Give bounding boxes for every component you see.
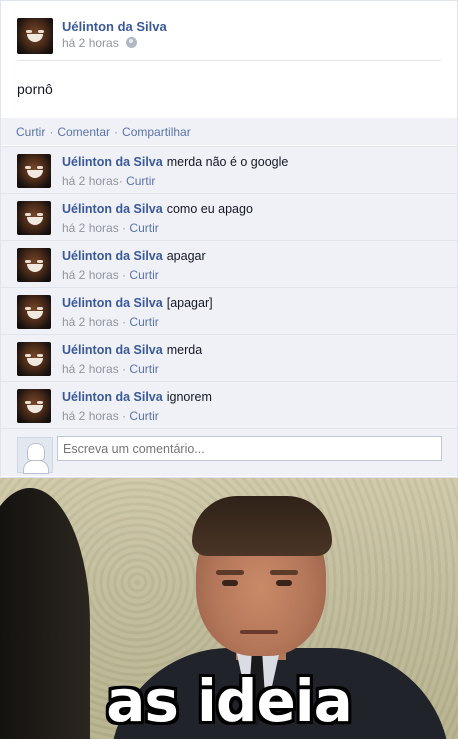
- separator: ·: [114, 125, 119, 139]
- post-author-name[interactable]: Uélinton da Silva: [62, 19, 167, 34]
- write-comment-row: [1, 428, 457, 476]
- comment-item: Uélinton da Silva [apagar] há 2 horas · C…: [1, 287, 457, 334]
- eyebrow: [216, 570, 244, 575]
- share-link[interactable]: Compartilhar: [122, 125, 191, 139]
- comment-like-link[interactable]: Curtir: [126, 174, 155, 188]
- comment-text: ignorem: [166, 390, 212, 404]
- comment-like-link[interactable]: Curtir: [129, 362, 158, 376]
- commenter-name[interactable]: Uélinton da Silva: [62, 155, 163, 169]
- user-avatar: [17, 437, 53, 474]
- comment-line: Uélinton da Silva ignorem: [62, 390, 212, 404]
- comment-item: Uélinton da Silva merda há 2 horas · Curt…: [1, 334, 457, 381]
- post-timestamp: há 2 horas: [62, 36, 138, 50]
- comment-line: Uélinton da Silva merda não é o google: [62, 155, 288, 169]
- comment-meta: há 2 horas · Curtir: [62, 409, 159, 423]
- comment-meta: há 2 horas· Curtir: [62, 174, 155, 188]
- eye: [222, 580, 238, 586]
- comment-time[interactable]: há 2 horas: [62, 268, 119, 282]
- separator: ·: [122, 221, 127, 235]
- comment-meta: há 2 horas · Curtir: [62, 268, 159, 282]
- commenter-avatar[interactable]: [17, 201, 51, 235]
- comment-item: Uélinton da Silva ignorem há 2 horas · Cu…: [1, 381, 457, 428]
- commenter-name[interactable]: Uélinton da Silva: [62, 249, 163, 263]
- commenter-name[interactable]: Uélinton da Silva: [62, 343, 163, 357]
- comment-item: Uélinton da Silva apagar há 2 horas · Cur…: [1, 240, 457, 287]
- separator: ·: [49, 125, 54, 139]
- comment-link[interactable]: Comentar: [57, 125, 110, 139]
- commenter-name[interactable]: Uélinton da Silva: [62, 296, 163, 310]
- commenter-avatar[interactable]: [17, 295, 51, 329]
- commenter-avatar[interactable]: [17, 248, 51, 282]
- eyebrow: [270, 570, 298, 575]
- post-actions: Curtir · Comentar · Compartilhar: [1, 118, 457, 145]
- comment-item: Uélinton da Silva merda não é o google há…: [1, 146, 457, 193]
- comment-input[interactable]: [57, 436, 442, 461]
- facebook-post: Uélinton da Silva há 2 horas pornô Curti…: [0, 0, 458, 478]
- comment-text: como eu apago: [166, 202, 253, 216]
- globe-icon[interactable]: [126, 37, 138, 48]
- comment-time[interactable]: há 2 horas: [62, 409, 119, 423]
- comment-time[interactable]: há 2 horas: [62, 362, 119, 376]
- separator: ·: [122, 268, 127, 282]
- commenter-avatar[interactable]: [17, 154, 51, 188]
- comment-time[interactable]: há 2 horas: [62, 221, 119, 235]
- like-link[interactable]: Curtir: [16, 125, 45, 139]
- comment-like-link[interactable]: Curtir: [129, 315, 158, 329]
- author-avatar[interactable]: [17, 18, 53, 54]
- comment-text: merda não é o google: [166, 155, 289, 169]
- meme-caption: as ideia: [106, 667, 353, 735]
- comment-time[interactable]: há 2 horas: [62, 174, 119, 188]
- separator: ·: [118, 174, 123, 188]
- comment-text: apagar: [166, 249, 206, 263]
- comment-like-link[interactable]: Curtir: [129, 221, 158, 235]
- comment-line: Uélinton da Silva merda: [62, 343, 202, 357]
- comment-text: [apagar]: [166, 296, 213, 310]
- hair: [192, 496, 332, 556]
- separator: ·: [122, 362, 127, 376]
- comment-line: Uélinton da Silva como eu apago: [62, 202, 253, 216]
- commenter-avatar[interactable]: [17, 342, 51, 376]
- comment-like-link[interactable]: Curtir: [129, 409, 158, 423]
- comment-text: merda: [166, 343, 203, 357]
- separator: ·: [122, 409, 127, 423]
- mouth: [240, 630, 278, 634]
- comment-time[interactable]: há 2 horas: [62, 315, 119, 329]
- eye: [276, 580, 292, 586]
- comment-item: Uélinton da Silva como eu apago há 2 hora…: [1, 193, 457, 240]
- post-time-text[interactable]: há 2 horas: [62, 36, 119, 50]
- commenter-name[interactable]: Uélinton da Silva: [62, 202, 163, 216]
- comment-line: Uélinton da Silva [apagar]: [62, 296, 213, 310]
- commenter-name[interactable]: Uélinton da Silva: [62, 390, 163, 404]
- comment-meta: há 2 horas · Curtir: [62, 315, 159, 329]
- comment-list: Uélinton da Silva merda não é o google há…: [1, 146, 457, 428]
- comment-line: Uélinton da Silva apagar: [62, 249, 206, 263]
- commenter-avatar[interactable]: [17, 389, 51, 423]
- comment-like-link[interactable]: Curtir: [129, 268, 158, 282]
- separator: ·: [122, 315, 127, 329]
- comment-meta: há 2 horas · Curtir: [62, 221, 159, 235]
- comment-meta: há 2 horas · Curtir: [62, 362, 159, 376]
- header-divider: [17, 60, 441, 61]
- post-text: pornô: [17, 81, 53, 97]
